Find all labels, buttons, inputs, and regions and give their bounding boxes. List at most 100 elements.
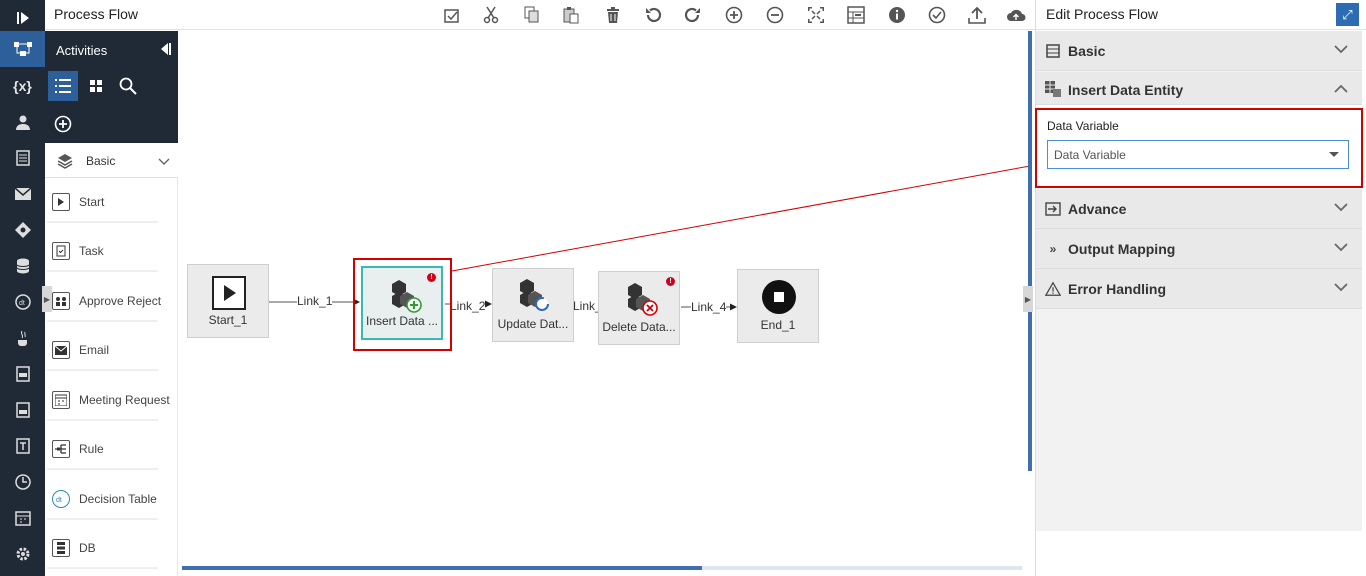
section-basic[interactable]: Basic [1036, 31, 1362, 71]
redo-icon[interactable] [682, 4, 704, 26]
activities-toolbar [45, 68, 178, 143]
expand-icon[interactable]: ⤢ [1336, 3, 1359, 26]
chevron-down-icon [1334, 279, 1348, 295]
section-label: Advance [1068, 201, 1127, 217]
category-dropdown[interactable]: Basic [45, 144, 178, 178]
process-flow-header: Process Flow [45, 0, 1035, 30]
flow-node-end[interactable]: End_1 [737, 269, 819, 343]
section-advance[interactable]: Advance [1036, 189, 1362, 229]
palette-item-decision-table[interactable]: dt Decision Table [47, 479, 158, 519]
add-activity-icon[interactable] [48, 109, 78, 139]
calendar-icon[interactable] [0, 500, 45, 536]
palette-item-label: Task [79, 244, 104, 258]
flow-node-start[interactable]: Start_1 [187, 264, 269, 338]
palette-item-task[interactable]: Task [47, 231, 158, 271]
zoom-in-icon[interactable] [723, 4, 745, 26]
node-label: Start_1 [208, 313, 248, 327]
canvas-splitter[interactable] [1028, 31, 1032, 471]
mail-icon[interactable] [0, 176, 45, 212]
process-flow-icon[interactable] [0, 31, 45, 67]
validate-icon[interactable] [441, 4, 463, 26]
page-title: Process Flow [54, 6, 139, 22]
database-icon[interactable] [0, 248, 45, 284]
palette-item-email[interactable]: Email [47, 330, 158, 370]
activity-palette: Start Task Approve Reject Email Meeting … [45, 178, 178, 576]
section-label: Insert Data Entity [1068, 82, 1184, 98]
panel-resize-handle[interactable]: ▶ [1023, 286, 1033, 312]
section-output-mapping[interactable]: » Output Mapping [1036, 229, 1362, 269]
copy-icon[interactable] [521, 4, 543, 26]
code-file-icon[interactable] [0, 392, 45, 428]
annotation-arrow [451, 165, 1028, 272]
palette-item-approve-reject[interactable]: Approve Reject [47, 281, 161, 321]
palette-item-label: Email [79, 343, 110, 357]
user-icon[interactable] [0, 104, 45, 140]
grid-layout-icon[interactable] [845, 4, 867, 26]
check-circle-icon[interactable] [926, 4, 948, 26]
update-data-icon [515, 277, 551, 316]
section-label: Output Mapping [1068, 241, 1176, 257]
collapse-activities-icon[interactable] [158, 42, 172, 59]
section-error-handling[interactable]: Error Handling [1036, 269, 1362, 309]
section-insert-data-entity[interactable]: Insert Data Entity [1036, 72, 1362, 105]
info-icon[interactable] [886, 4, 908, 26]
palette-item-meeting-request[interactable]: Meeting Request [47, 380, 170, 420]
palette-item-rule[interactable]: Rule [47, 429, 158, 469]
left-nav-rail: {x} dt [0, 0, 45, 576]
list-view-icon[interactable] [48, 71, 78, 101]
chevron-down-icon [1334, 199, 1348, 215]
panel-body: Basic Insert Data Entity Data Variable D… [1035, 31, 1363, 531]
start-node-icon [212, 276, 246, 313]
file-type-icon[interactable] [0, 356, 45, 392]
paste-icon[interactable] [560, 4, 582, 26]
palette-item-start[interactable]: Start [47, 182, 158, 222]
flow-canvas[interactable]: Link_1 Link_2 Link_ Link_4 Start_1 ! Ins… [178, 31, 1028, 576]
palette-resize-handle[interactable]: ▶ [42, 286, 52, 312]
rule-icon [52, 440, 70, 458]
palette-item-db[interactable]: DB [47, 528, 158, 568]
section-label: Basic [1068, 43, 1106, 59]
decision-table-nav-icon[interactable]: dt [0, 284, 45, 320]
activities-title: Activities [56, 43, 108, 58]
chevron-down-icon [1334, 41, 1348, 57]
node-label: End_1 [760, 318, 796, 332]
template-icon[interactable] [0, 428, 45, 464]
meeting-icon [52, 391, 70, 409]
java-icon[interactable] [0, 320, 45, 356]
category-label: Basic [86, 154, 116, 168]
gateway-icon[interactable] [0, 212, 45, 248]
document-icon[interactable] [0, 140, 45, 176]
database-table-icon [1045, 81, 1061, 97]
link-label-1[interactable]: Link_1 [297, 294, 333, 308]
double-chevron-right-icon: » [1049, 242, 1057, 256]
fit-to-screen-icon[interactable] [805, 4, 827, 26]
flow-node-delete-data[interactable]: ! Delete Data... [598, 271, 680, 345]
cut-icon[interactable] [480, 4, 502, 26]
grid-view-icon[interactable] [81, 71, 111, 101]
error-badge-icon: ! [666, 277, 675, 286]
flow-node-update-data[interactable]: Update Dat... [492, 268, 574, 342]
palette-item-label: Rule [79, 442, 104, 456]
palette-item-label: DB [79, 541, 96, 555]
decision-table-icon: dt [52, 490, 70, 508]
link-label-4[interactable]: Link_4 [691, 300, 727, 314]
undo-icon[interactable] [642, 4, 664, 26]
link-label-2[interactable]: Link_2 [450, 299, 486, 313]
db-icon [52, 539, 70, 557]
start-icon [52, 193, 70, 211]
warning-icon [1045, 281, 1061, 297]
chevron-down-icon [158, 154, 170, 169]
panel-title: Edit Process Flow [1046, 6, 1159, 22]
email-icon [52, 341, 70, 359]
variables-icon[interactable]: {x} [0, 68, 45, 104]
clock-icon[interactable] [0, 464, 45, 500]
delete-icon[interactable] [602, 4, 624, 26]
upload-icon[interactable] [966, 4, 988, 26]
highlight-box-node [353, 258, 452, 351]
zoom-out-icon[interactable] [764, 4, 786, 26]
form-icon [1045, 43, 1061, 59]
canvas-horizontal-scrollbar[interactable] [182, 566, 702, 570]
settings-gear-icon[interactable] [0, 536, 45, 572]
search-icon[interactable] [113, 71, 143, 101]
cloud-deploy-icon[interactable] [1005, 4, 1027, 26]
